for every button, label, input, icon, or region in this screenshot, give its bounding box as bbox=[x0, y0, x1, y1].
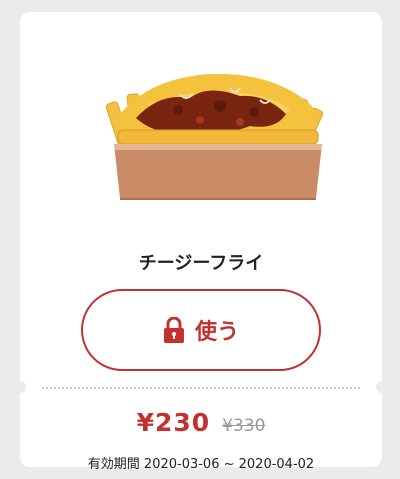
price-row: ¥230 ¥330 bbox=[20, 408, 382, 437]
lock-icon bbox=[163, 317, 184, 343]
ticket-divider bbox=[42, 387, 360, 389]
product-name: チージーフライ bbox=[138, 253, 264, 274]
product-image bbox=[105, 73, 324, 200]
discount-price: ¥230 bbox=[136, 408, 211, 437]
use-button-label: 使う bbox=[194, 320, 239, 345]
use-button[interactable]: 使う bbox=[81, 289, 321, 371]
validity-period: 有効期間 2020-03-06 ~ 2020-04-02 bbox=[87, 457, 315, 472]
original-price: ¥330 bbox=[222, 416, 266, 436]
ticket-notch-left bbox=[14, 381, 26, 393]
ticket-notch-right bbox=[376, 381, 388, 393]
coupon-card: チージーフライ 使う ¥230 ¥330 有効期間 2020-03-06 ~ 2… bbox=[14, 12, 388, 472]
